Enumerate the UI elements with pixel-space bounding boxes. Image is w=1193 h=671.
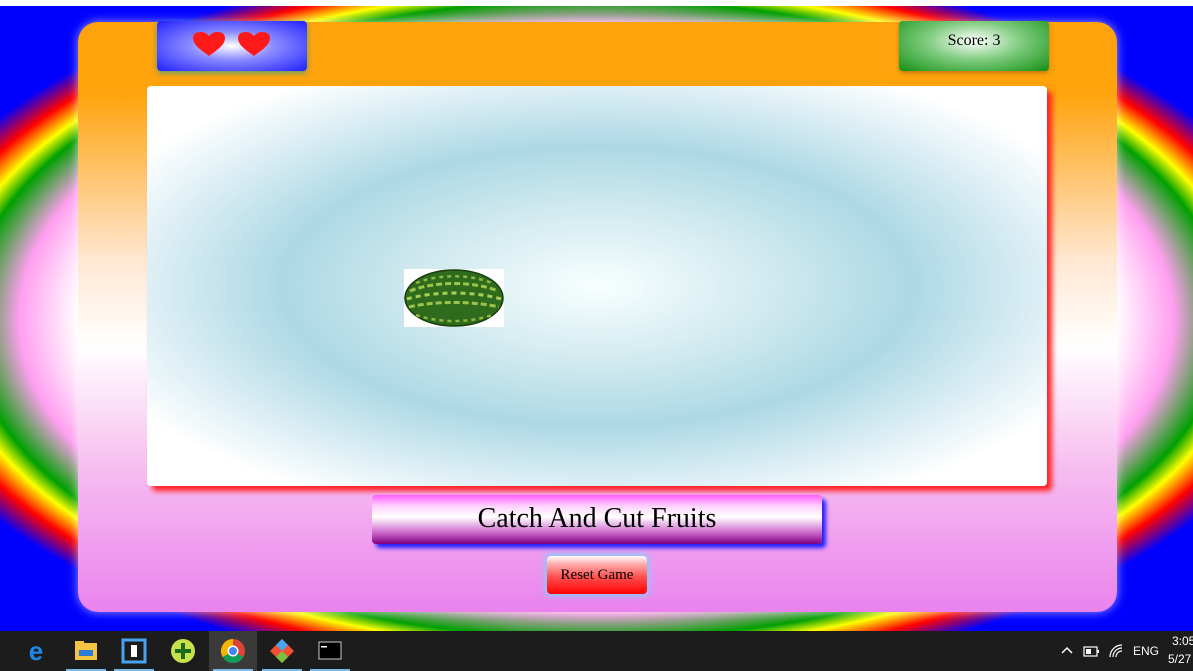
edge-icon[interactable]: e	[12, 631, 60, 671]
language-indicator[interactable]: ENG	[1133, 644, 1159, 658]
terminal-icon[interactable]	[306, 631, 354, 671]
git-icon[interactable]	[258, 631, 306, 671]
score-display: Score: 3	[899, 21, 1049, 71]
wifi-icon[interactable]	[1108, 643, 1126, 659]
chevron-up-icon[interactable]	[1059, 643, 1075, 659]
play-area[interactable]	[147, 86, 1047, 486]
game-title: Catch And Cut Fruits	[372, 495, 822, 544]
store-icon[interactable]	[110, 631, 158, 671]
plus-app-icon[interactable]	[159, 631, 207, 671]
heart-icon	[238, 32, 270, 56]
watermelon-fruit[interactable]	[404, 269, 504, 327]
taskbar: e ENG 3:05 5/27	[0, 631, 1193, 671]
chrome-icon[interactable]	[209, 631, 257, 671]
heart-icon	[193, 32, 225, 56]
lives-panel	[157, 21, 307, 71]
reset-game-button[interactable]: Reset Game	[547, 556, 647, 594]
svg-text:e: e	[29, 636, 43, 666]
file-explorer-icon[interactable]	[62, 631, 110, 671]
screen: Score: 3 Catch And Cut Fruits Reset Game…	[0, 0, 1193, 671]
clock-time[interactable]: 3:05	[1172, 634, 1193, 648]
battery-icon[interactable]	[1083, 643, 1101, 659]
clock-date[interactable]: 5/27	[1168, 652, 1191, 666]
